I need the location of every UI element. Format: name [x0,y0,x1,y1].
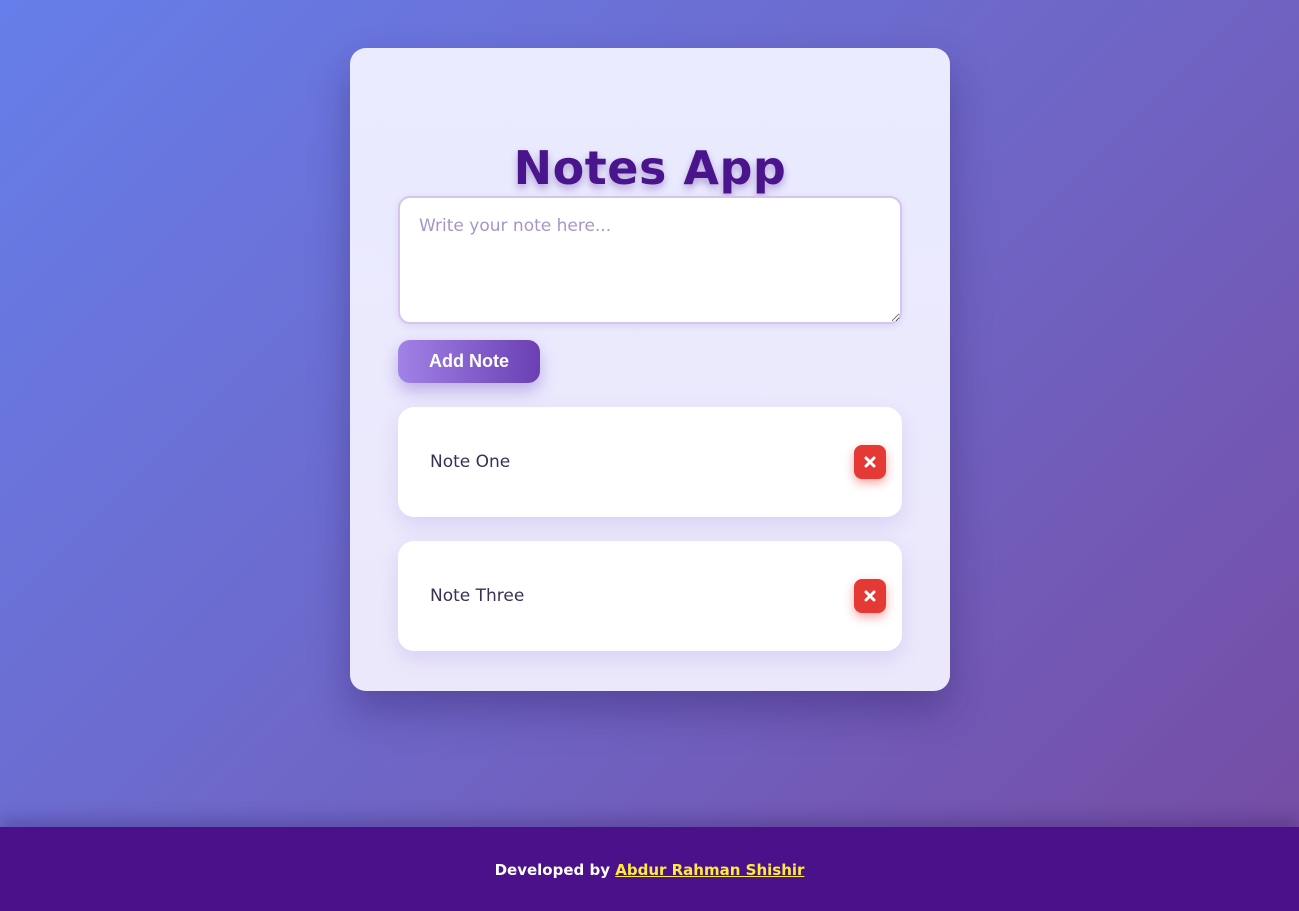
page-title: Notes App [513,141,787,195]
note-item: Note Three [398,541,902,651]
note-item: Note One [398,407,902,517]
author-link[interactable]: Abdur Rahman Shishir [615,861,804,879]
note-text: Note One [430,452,511,472]
footer-credit: Developed by Abdur Rahman Shishir [0,860,1299,880]
delete-note-button[interactable] [854,579,886,613]
close-icon [864,456,876,468]
footer: Developed by Abdur Rahman Shishir [0,827,1299,911]
close-icon [864,590,876,602]
note-text: Note Three [430,586,525,606]
note-list: Note One Note Three [398,407,902,675]
delete-note-button[interactable] [854,445,886,479]
note-input[interactable] [398,196,902,324]
add-note-button[interactable]: Add Note [398,340,540,383]
notes-card: Notes App Add Note Note One Note Three [350,48,950,691]
footer-prefix: Developed by [494,861,611,879]
